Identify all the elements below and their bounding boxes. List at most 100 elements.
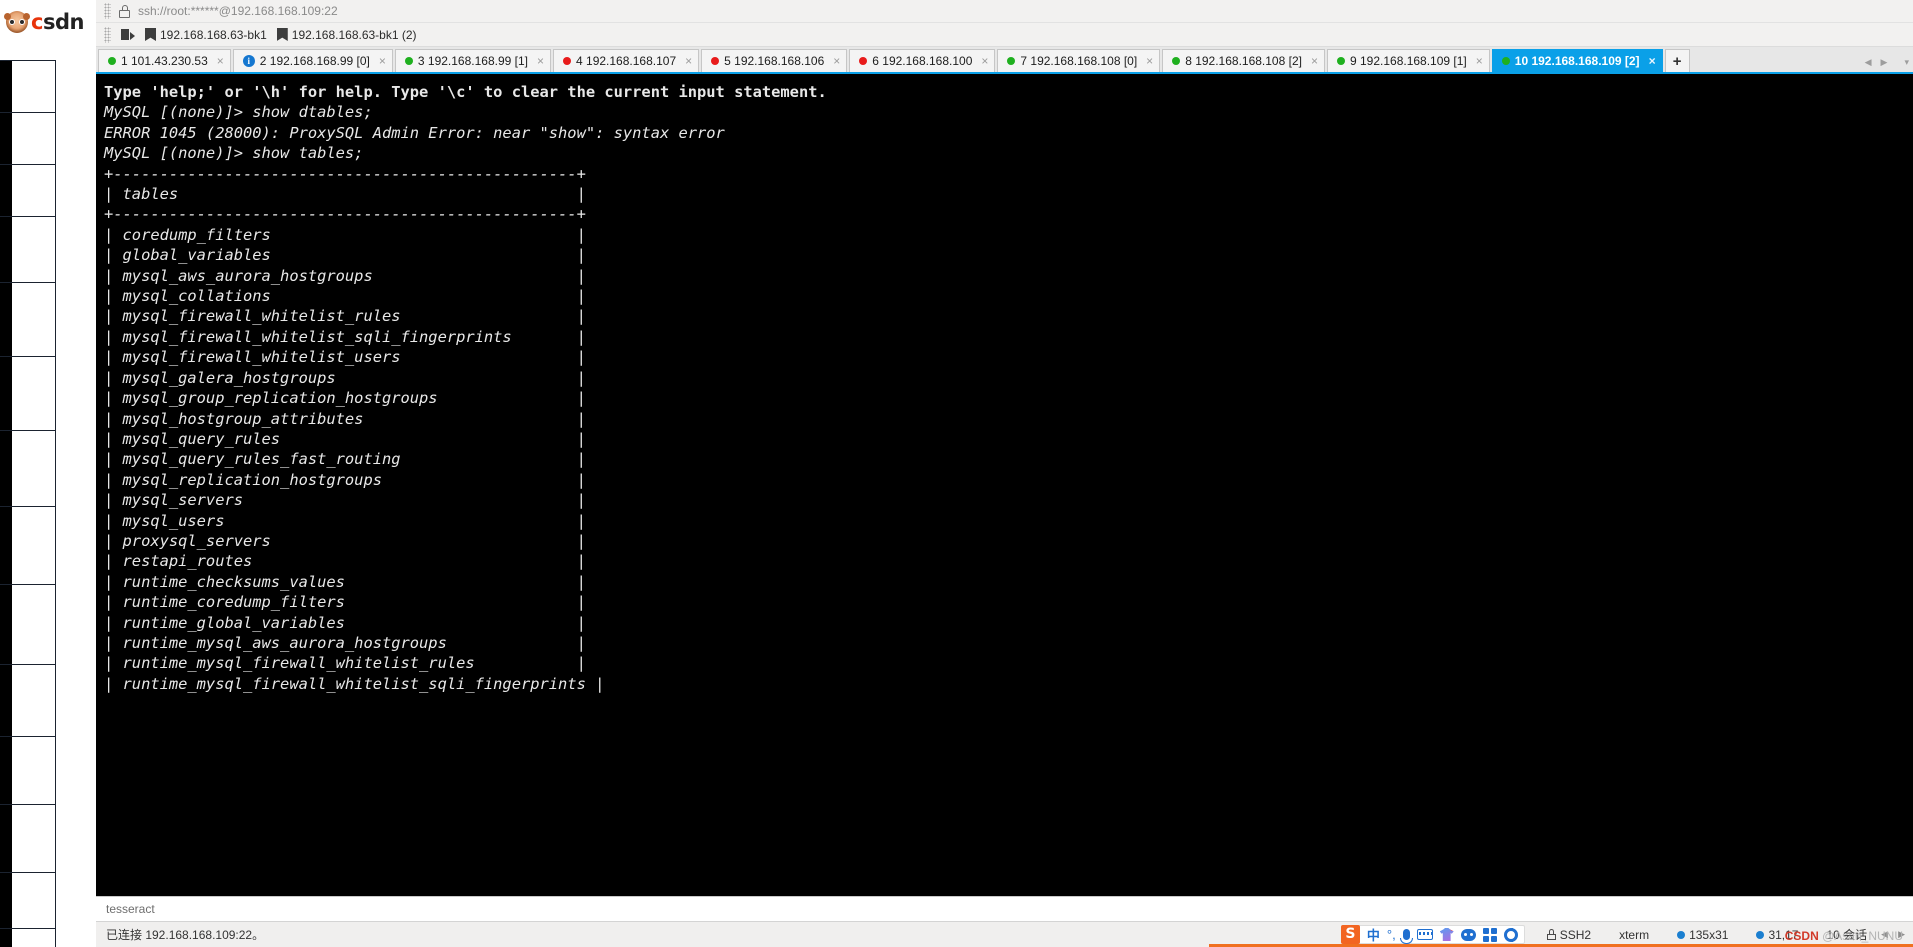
tab-label: 2 192.168.168.99 [0] (259, 54, 370, 68)
close-icon[interactable]: × (1311, 55, 1318, 67)
bookmark-label: 192.168.168.63-bk1 (2) (291, 27, 417, 42)
status-dot-green-icon (1172, 57, 1181, 65)
terminal-header-line: Type 'help;' or '\h' for help. Type '\c'… (104, 83, 827, 101)
tab-4[interactable]: 4 192.168.168.107 × (553, 49, 700, 72)
close-icon[interactable]: × (537, 55, 544, 67)
bookmark-label: 192.168.168.63-bk1 (160, 27, 267, 42)
status-dot-red-icon (859, 57, 868, 65)
tab-strip: 1 101.43.230.53 × i 2 192.168.168.99 [0]… (96, 47, 1913, 74)
caret-icon (1756, 930, 1765, 939)
protocol-label: SSH2 (1559, 927, 1592, 942)
csdn-logo-text: csdn (31, 10, 84, 34)
lock-icon (119, 4, 130, 18)
robot-icon[interactable] (1460, 928, 1476, 941)
status-info-icon: i (242, 55, 255, 67)
session-path[interactable]: ssh://root:******@192.168.168.109:22 (138, 4, 338, 18)
cursor-position-label: 31,17 (1768, 927, 1799, 942)
lock-icon (1546, 929, 1556, 940)
address-bar: ssh://root:******@192.168.168.109:22 (96, 0, 1913, 23)
terminal-type-label: xterm (1619, 927, 1650, 942)
tab-7[interactable]: 7 192.168.168.108 [0] × (997, 49, 1161, 72)
arrows-icon (1677, 930, 1686, 939)
export-session-icon[interactable] (121, 28, 135, 41)
scroll-right-icon[interactable]: ▶ (1898, 929, 1905, 940)
skin-tshirt-icon[interactable] (1439, 928, 1454, 941)
session-count-label: 10 会话 (1826, 928, 1868, 942)
tab-label: 6 192.168.168.100 (872, 54, 973, 68)
bookmark-icon (145, 28, 156, 41)
status-bar: 已连接 192.168.168.109:22。 S 中 °, SSH2 xter… (96, 921, 1913, 947)
sogou-logo-icon[interactable]: S (1340, 925, 1360, 944)
scroll-left-icon[interactable]: ◀ (1881, 929, 1888, 940)
close-icon[interactable]: × (833, 55, 840, 67)
command-input-bar[interactable]: tesseract (96, 896, 1913, 921)
tab-label: 4 192.168.168.107 (576, 54, 677, 68)
bookmarkbar-grip[interactable] (104, 26, 111, 43)
tab-6[interactable]: 6 192.168.168.100 × (849, 49, 996, 72)
bookmark-icon (277, 28, 288, 41)
terminal-size-label: 135x31 (1689, 927, 1729, 942)
statusbar-scroll-arrows[interactable]: ◀ ▶ (1881, 929, 1909, 940)
cursor-position-segment: 31,17 (1742, 928, 1812, 942)
tab-1[interactable]: 1 101.43.230.53 × (98, 49, 231, 72)
tab-label: 9 192.168.168.109 [1] (1349, 54, 1467, 68)
tab-9[interactable]: 9 192.168.168.109 [1] × (1326, 49, 1490, 72)
status-dot-red-icon (711, 57, 720, 65)
tab-label: 7 192.168.168.108 [0] (1020, 54, 1138, 68)
terminal-size-segment: 135x31 (1663, 928, 1742, 942)
keyboard-icon[interactable] (1416, 929, 1433, 940)
tab-label: 5 192.168.168.106 (724, 54, 825, 68)
terminal-output[interactable]: Type 'help;' or '\h' for help. Type '\c'… (96, 74, 1913, 896)
bookmark-item[interactable]: 192.168.168.63-bk1 (2) (277, 28, 417, 42)
application-window: csdn ssh://root:******@192.168.168.109:2… (0, 0, 1913, 947)
tab-10[interactable]: 10 192.168.168.109 [2] × (1491, 49, 1663, 72)
tab-prev-icon[interactable]: ◀ (1865, 57, 1872, 68)
toolbar-grip[interactable] (104, 3, 111, 19)
status-dot-red-icon (563, 57, 572, 65)
csdn-monkey-icon (4, 11, 30, 33)
tab-navigation: ◀ ▶ ▾ (1865, 57, 1909, 68)
tab-label: 8 192.168.168.108 [2] (1185, 54, 1302, 68)
terminal-body: MySQL [(none)]> show dtables; ERROR 1045… (104, 103, 725, 693)
tab-label: 1 101.43.230.53 (121, 54, 208, 68)
apps-grid-icon[interactable] (1482, 927, 1497, 942)
session-count-segment: 10 会话 (1812, 926, 1881, 943)
csdn-watermark-panel: csdn (0, 0, 97, 947)
csdn-logo: csdn (4, 10, 84, 34)
tab-label: 3 192.168.168.99 [1] (417, 54, 528, 68)
tab-2[interactable]: i 2 192.168.168.99 [0] × (232, 49, 393, 72)
status-dot-green-icon (404, 57, 413, 65)
close-icon[interactable]: × (217, 55, 224, 67)
csdn-logo-first-letter: c (31, 10, 43, 34)
left-tick-rules (0, 60, 96, 940)
ssh-client-window: ssh://root:******@192.168.168.109:22 192… (96, 0, 1913, 947)
new-tab-button[interactable]: + (1664, 49, 1690, 72)
status-dot-green-icon (1007, 57, 1016, 65)
gear-icon[interactable] (1503, 927, 1518, 942)
close-icon[interactable]: × (1146, 55, 1153, 67)
bookmark-bar: 192.168.168.63-bk1 192.168.168.63-bk1 (2… (96, 23, 1913, 47)
tab-label: 10 192.168.168.109 [2] (1514, 54, 1640, 68)
tab-5[interactable]: 5 192.168.168.106 × (701, 49, 848, 72)
close-icon[interactable]: × (1476, 55, 1483, 67)
status-dot-green-icon (1336, 57, 1345, 65)
close-icon[interactable]: × (1649, 55, 1656, 67)
microphone-icon[interactable] (1399, 929, 1413, 944)
bookmark-item[interactable]: 192.168.168.63-bk1 (145, 28, 267, 42)
punctuation-toggle-icon[interactable]: °, (1387, 927, 1396, 942)
close-icon[interactable]: × (379, 55, 386, 67)
tab-8[interactable]: 8 192.168.168.108 [2] × (1162, 49, 1325, 72)
status-dot-green-icon (108, 57, 116, 65)
tab-list-icon[interactable]: ▾ (1904, 57, 1909, 68)
ime-toolbar[interactable]: S 中 °, (1340, 925, 1525, 944)
close-icon[interactable]: × (685, 55, 692, 67)
status-dot-green-icon (1501, 57, 1510, 65)
connection-status: 已连接 192.168.168.109:22。 (106, 928, 265, 942)
protocol-segment: SSH2 (1533, 928, 1605, 942)
tab-3[interactable]: 3 192.168.168.99 [1] × (394, 49, 552, 72)
terminal-type-segment: xterm (1605, 928, 1663, 942)
ime-mode-toggle[interactable]: 中 (1367, 925, 1380, 944)
close-icon[interactable]: × (981, 55, 988, 67)
tab-next-icon[interactable]: ▶ (1881, 57, 1888, 68)
command-input-value[interactable]: tesseract (106, 902, 155, 916)
